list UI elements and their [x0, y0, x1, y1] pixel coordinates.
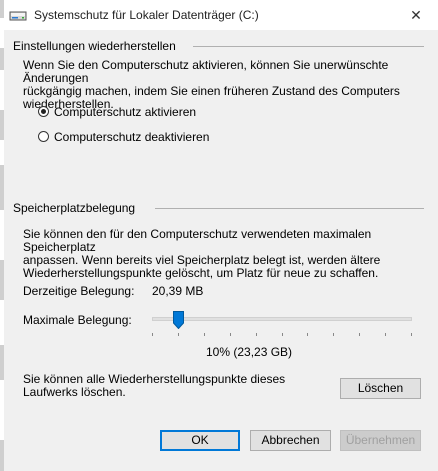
- slider-tick: [411, 333, 412, 336]
- storage-description-line: Wiederherstellungspunkte gelöscht, um Pl…: [23, 266, 379, 280]
- restore-description: Wenn Sie den Computerschutz aktivieren, …: [23, 59, 423, 111]
- radio-button-checked[interactable]: [38, 106, 49, 117]
- title-bar[interactable]: Systemschutz für Lokaler Datenträger (C:…: [4, 0, 438, 30]
- storage-description: Sie können den für den Computerschutz ve…: [23, 228, 423, 280]
- slider-tick: [333, 333, 334, 336]
- slider-track[interactable]: [152, 317, 412, 321]
- slider-tick: [282, 333, 283, 336]
- current-usage-value: 20,39 MB: [152, 284, 204, 298]
- max-usage-label: Maximale Belegung:: [23, 313, 132, 327]
- restore-description-line: Wenn Sie den Computerschutz aktivieren, …: [23, 58, 389, 85]
- current-usage-label: Derzeitige Belegung:: [23, 284, 135, 298]
- slider-tick: [307, 333, 308, 336]
- storage-heading: Speicherplatzbelegung: [13, 201, 136, 215]
- slider-tick: [152, 333, 153, 336]
- max-usage-value: 10% (23,23 GB): [206, 345, 293, 359]
- slider-tick: [359, 333, 360, 336]
- storage-description-line: Sie können den für den Computerschutz ve…: [23, 227, 372, 254]
- section-divider: [155, 208, 424, 209]
- ok-button[interactable]: OK: [160, 430, 240, 451]
- background-window-edge: [0, 0, 4, 471]
- radio-label: Computerschutz aktivieren: [54, 105, 197, 119]
- close-button[interactable]: ✕: [394, 0, 438, 30]
- slider-ticks: [152, 333, 412, 336]
- drive-icon: [9, 9, 27, 23]
- window-title: Systemschutz für Lokaler Datenträger (C:…: [34, 8, 259, 22]
- restore-settings-heading: Einstellungen wiederherstellen: [13, 39, 176, 53]
- cancel-button[interactable]: Abbrechen: [250, 430, 331, 451]
- delete-description: Sie können alle Wiederherstellungspunkte…: [23, 373, 323, 399]
- delete-description-line: Laufwerks löschen.: [23, 385, 126, 399]
- max-usage-slider[interactable]: [152, 311, 412, 336]
- slider-tick: [230, 333, 231, 336]
- slider-thumb[interactable]: [173, 311, 184, 330]
- slider-tick: [256, 333, 257, 336]
- slider-tick: [204, 333, 205, 336]
- radio-label: Computerschutz deaktivieren: [54, 130, 210, 144]
- section-divider: [193, 46, 424, 47]
- apply-button[interactable]: Übernehmen: [340, 430, 421, 451]
- radio-button[interactable]: [38, 131, 49, 142]
- slider-tick: [178, 333, 179, 336]
- slider-tick: [385, 333, 386, 336]
- delete-button[interactable]: Löschen: [340, 378, 421, 399]
